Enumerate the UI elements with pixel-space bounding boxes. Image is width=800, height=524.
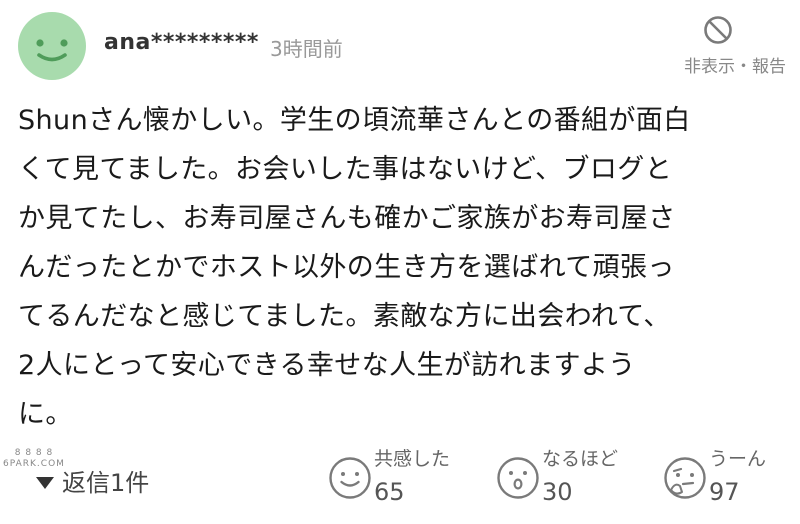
timestamp: 3時間前 bbox=[270, 37, 343, 61]
reaction-label: なるほど bbox=[542, 448, 619, 470]
comment-line: Shunさん懐かしい。学生の頃流華さんとの番組が面白 bbox=[18, 105, 691, 136]
reaction-count: 65 bbox=[374, 478, 405, 506]
avatar[interactable] bbox=[18, 12, 86, 80]
prohibited-icon bbox=[704, 16, 732, 44]
reaction-label: うーん bbox=[709, 448, 767, 470]
reaction-empathy-button[interactable]: 共感した 65 bbox=[328, 442, 478, 518]
comment-line: 2人にとって安心できる幸せな人生が訪れますよう bbox=[18, 350, 636, 381]
reaction-insight-button[interactable]: なるほど 30 bbox=[496, 442, 646, 518]
reaction-hmm-button[interactable]: うーん 97 bbox=[663, 442, 793, 518]
triangle-down-icon bbox=[36, 476, 54, 489]
replies-toggle[interactable]: 返信1件 bbox=[36, 463, 149, 498]
surprised-face-icon bbox=[497, 457, 539, 499]
hide-report-label: 非表示・報告 bbox=[684, 57, 786, 77]
smile-face-icon bbox=[329, 457, 371, 499]
comment-line: か見てたし、お寿司屋さんも確かご家族がお寿司屋さ bbox=[18, 203, 676, 234]
comment-line: てるんだなと感じてました。素敵な方に出会われて、 bbox=[18, 301, 671, 332]
avatar-face-icon bbox=[36, 39, 68, 62]
reaction-label: 共感した bbox=[374, 448, 451, 470]
comment-line: くて見てました。お会いした事はないけど、ブログと bbox=[18, 154, 673, 185]
comment-body: Shunさん懐かしい。学生の頃流華さんとの番組が面白 くて見てました。お会いした… bbox=[18, 96, 788, 439]
comment-line: んだったとかでホスト以外の生き方を選ばれて頑張っ bbox=[18, 252, 675, 283]
reaction-count: 97 bbox=[709, 478, 740, 506]
replies-label: 返信1件 bbox=[62, 469, 150, 497]
thinking-face-icon bbox=[664, 457, 706, 499]
comment-line: に。 bbox=[18, 399, 73, 430]
username[interactable]: ana********* bbox=[104, 30, 259, 55]
watermark-line: 8 8 8 8 bbox=[14, 448, 54, 458]
hide-report-button[interactable]: 非表示・報告 bbox=[646, 14, 786, 77]
reaction-count: 30 bbox=[542, 478, 573, 506]
